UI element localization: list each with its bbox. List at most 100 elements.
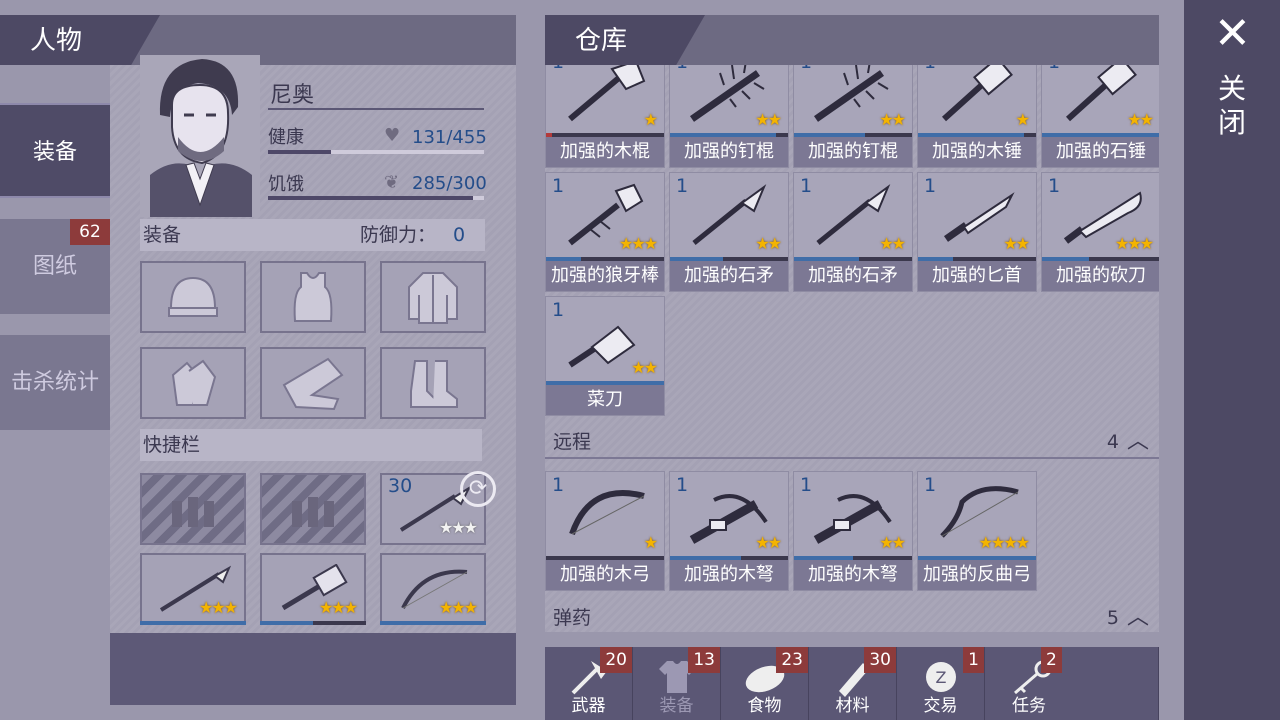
tab-quests-label: 任务: [1012, 696, 1046, 716]
warehouse-item[interactable]: 1 ★★ 加强的木弩: [793, 471, 913, 591]
quickbar-slot-4[interactable]: ★★★: [140, 553, 246, 625]
warehouse-item[interactable]: 1★加强的木锤: [917, 65, 1037, 168]
warehouse-item[interactable]: 1★加强的木棍: [545, 65, 665, 168]
equipment-badge: 13: [688, 647, 720, 673]
slot-durability: [260, 621, 366, 625]
item-stars: ★★: [1127, 110, 1154, 129]
item-stars: ★★: [755, 110, 782, 129]
warehouse-item[interactable]: 1★★加强的钉棍: [793, 65, 913, 168]
item-stars: ★★: [879, 533, 906, 552]
warehouse-item[interactable]: 1★★加强的石锤: [1041, 65, 1159, 168]
warehouse-item[interactable]: 1 ★★★ 加强的砍刀: [1041, 172, 1159, 292]
item-stars: ★★: [879, 110, 906, 129]
item-stars: ★: [643, 533, 658, 552]
melee-grid: 1★加强的木棍1★★加强的钉棍1★★加强的钉棍1★加强的木锤1★★加强的石锤1★…: [545, 65, 1159, 420]
warehouse-panel: 仓库 1★加强的木棍1★★加强的钉棍1★★加强的钉棍1★加强的木锤1★★加强的石…: [545, 15, 1159, 720]
ammo-header[interactable]: 弹药 5 ︿: [545, 601, 1159, 635]
boots-icon: [410, 360, 458, 408]
blueprints-badge: 62: [70, 219, 110, 245]
ammo-icon: [292, 497, 334, 527]
slot-stars: ★★★: [438, 598, 478, 617]
jacket-slot[interactable]: [380, 261, 486, 333]
ammo-icon: [172, 497, 214, 527]
item-name: 加强的砍刀: [1042, 261, 1159, 291]
item-stars: ★★★: [618, 234, 658, 253]
warehouse-item[interactable]: 1 ★★★ 加强的狼牙棒: [545, 172, 665, 292]
club-icon: [568, 65, 646, 122]
quickbar-slot-1[interactable]: [140, 473, 246, 545]
item-name: 加强的狼牙棒: [546, 261, 664, 291]
swap-icon[interactable]: ⟳: [460, 471, 496, 507]
helmet-slot[interactable]: [140, 261, 246, 333]
svg-text:Z: Z: [936, 668, 947, 687]
weapons-badge: 20: [600, 647, 632, 673]
close-column[interactable]: ✕ 关闭: [1184, 0, 1280, 720]
ranged-grid: 1 ★ 加强的木弓 1 ★★ 加强的木弩 1 ★★ 加强的木弩 1 ★★★★ 加强的反曲弓: [545, 471, 1159, 595]
quickbar-slot-5[interactable]: ★★★: [260, 553, 366, 625]
item-stars: ★★: [755, 234, 782, 253]
quickbar-slot-6[interactable]: ★★★: [380, 553, 486, 625]
quickbar-slot-2[interactable]: [260, 473, 366, 545]
ammo-count: 5: [1106, 607, 1119, 629]
item-name: 加强的钉棍: [670, 137, 788, 167]
item-name: 加强的石矛: [794, 261, 912, 291]
health-bar: [268, 150, 484, 154]
materials-badge: 30: [864, 647, 896, 673]
hunger-label: 饥饿: [268, 174, 304, 195]
bow-icon: [569, 490, 645, 536]
item-name: 加强的木弓: [546, 560, 664, 590]
item-name: 加强的反曲弓: [918, 560, 1036, 590]
tab-weapons-label: 武器: [571, 696, 606, 716]
tab-weapons[interactable]: 武器 20: [545, 647, 633, 720]
health-label: 健康: [268, 127, 304, 148]
hat-icon: [168, 276, 218, 317]
chevron-up-icon: ︿: [1126, 429, 1149, 454]
slot-stars: ★★★: [198, 598, 238, 617]
side-tab-kill-stats[interactable]: 击杀统计: [0, 335, 110, 430]
item-name: 加强的木棍: [546, 137, 664, 167]
item-name: 加强的匕首: [918, 261, 1036, 291]
hunger-bar-fill: [268, 196, 474, 200]
boots-slot[interactable]: [380, 347, 486, 419]
item-stars: ★: [643, 110, 658, 129]
health-bar-fill: [268, 150, 331, 154]
character-footer: [110, 633, 516, 705]
warehouse-item[interactable]: 1 ★★ 加强的石矛: [669, 172, 789, 292]
slot-durability: [140, 621, 246, 625]
item-name: 加强的木弩: [670, 560, 788, 590]
item-stars: ★★: [631, 358, 658, 377]
warehouse-item[interactable]: 1 ★★ 菜刀: [545, 296, 665, 416]
warehouse-item[interactable]: 1 ★★★★ 加强的反曲弓: [917, 471, 1037, 591]
warehouse-item[interactable]: 1 ★★ 加强的匕首: [917, 172, 1037, 292]
character-panel: 人物 装备 图纸 62 击杀统计 尼奥 健康 ♥ 131/455 饥饿 ❦ 28…: [0, 15, 516, 705]
shirt-slot[interactable]: [260, 261, 366, 333]
ranged-count: 4: [1106, 431, 1119, 453]
ranged-header[interactable]: 远程 4 ︿: [545, 425, 1159, 459]
equipment-label: 装备: [143, 224, 182, 246]
warehouse-item[interactable]: 1★★加强的钉棍: [669, 65, 789, 168]
side-tab-blueprints-label: 图纸: [32, 254, 77, 279]
item-name: 加强的木弩: [794, 560, 912, 590]
tab-materials[interactable]: 材料 30: [809, 647, 897, 720]
name-underline: [268, 108, 484, 110]
close-label[interactable]: 关闭: [1215, 72, 1249, 140]
tab-quests[interactable]: 任务 2: [985, 647, 1159, 720]
side-tab-equipment[interactable]: 装备: [0, 103, 110, 198]
pants-slot[interactable]: [260, 347, 366, 419]
item-stars: ★★: [879, 234, 906, 253]
tab-food[interactable]: 食物 23: [721, 647, 809, 720]
character-portrait: [140, 55, 260, 217]
jacket-icon: [408, 272, 458, 324]
tab-equipment[interactable]: 装备 13: [633, 647, 721, 720]
quests-badge: 2: [1041, 647, 1062, 673]
hunger-value: 285/300: [412, 173, 487, 194]
warehouse-item[interactable]: 1 ★★ 加强的木弩: [669, 471, 789, 591]
tab-trade[interactable]: Z 交易 1: [897, 647, 985, 720]
close-icon[interactable]: ✕: [1214, 12, 1251, 56]
warehouse-item[interactable]: 1 ★★ 加强的石矛: [793, 172, 913, 292]
warehouse-item[interactable]: 1 ★ 加强的木弓: [545, 471, 665, 591]
defense-value: 0: [453, 224, 466, 246]
gloves-slot[interactable]: [140, 347, 246, 419]
coin-icon: Z: [926, 662, 956, 692]
item-stars: ★★: [755, 533, 782, 552]
